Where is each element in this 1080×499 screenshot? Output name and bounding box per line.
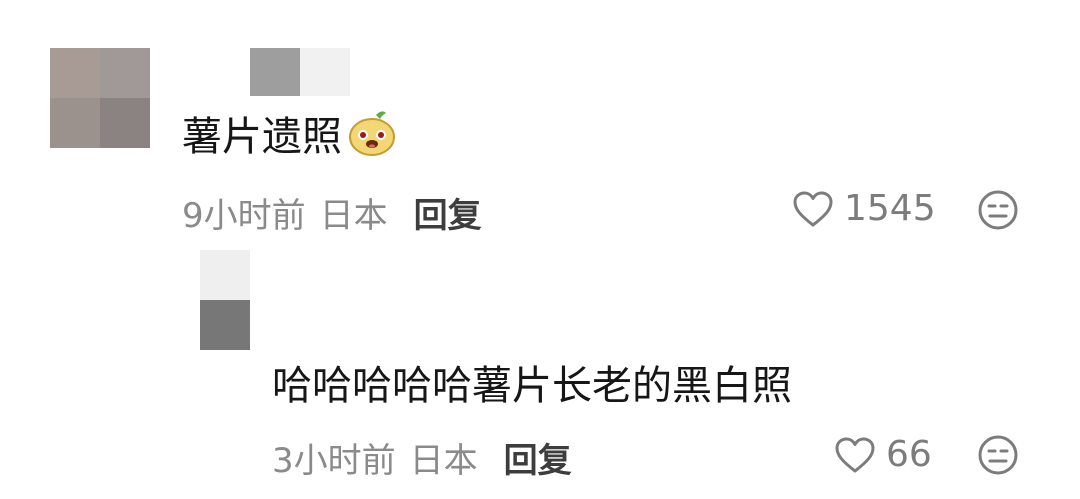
- heart-outline-icon: [835, 437, 875, 472]
- username[interactable]: [250, 48, 350, 96]
- potato-chip-emoji-icon: [349, 111, 395, 156]
- reply-button[interactable]: 回复: [414, 188, 482, 237]
- like-count: 1545: [844, 188, 936, 229]
- comment-meta: 9小时前 日本 回复: [182, 188, 482, 237]
- like-button[interactable]: 1545: [792, 188, 936, 229]
- avatar[interactable]: [50, 48, 150, 148]
- timestamp: 9小时前: [182, 196, 306, 236]
- comment-body: 薯片遗照: [182, 114, 342, 160]
- comment-thread: 薯片遗照 9小时前 日本 回复 1545 哈哈哈哈哈薯片长老的黑白照 3小时前 …: [0, 0, 1080, 499]
- like-button[interactable]: 66: [834, 434, 932, 475]
- timestamp: 3小时前: [272, 441, 396, 481]
- heart-outline-icon: [793, 191, 833, 226]
- reply-avatar[interactable]: [200, 250, 250, 350]
- like-count: 66: [886, 434, 932, 475]
- location: 日本: [409, 441, 478, 481]
- reply-text: 哈哈哈哈哈薯片长老的黑白照: [272, 363, 792, 409]
- neutral-face-icon[interactable]: [977, 434, 1019, 476]
- comment-text: 薯片遗照: [182, 104, 398, 162]
- neutral-face-icon[interactable]: [977, 189, 1019, 231]
- location: 日本: [319, 196, 388, 236]
- reply-meta: 3小时前 日本 回复: [272, 433, 572, 482]
- reply-button[interactable]: 回复: [504, 433, 572, 482]
